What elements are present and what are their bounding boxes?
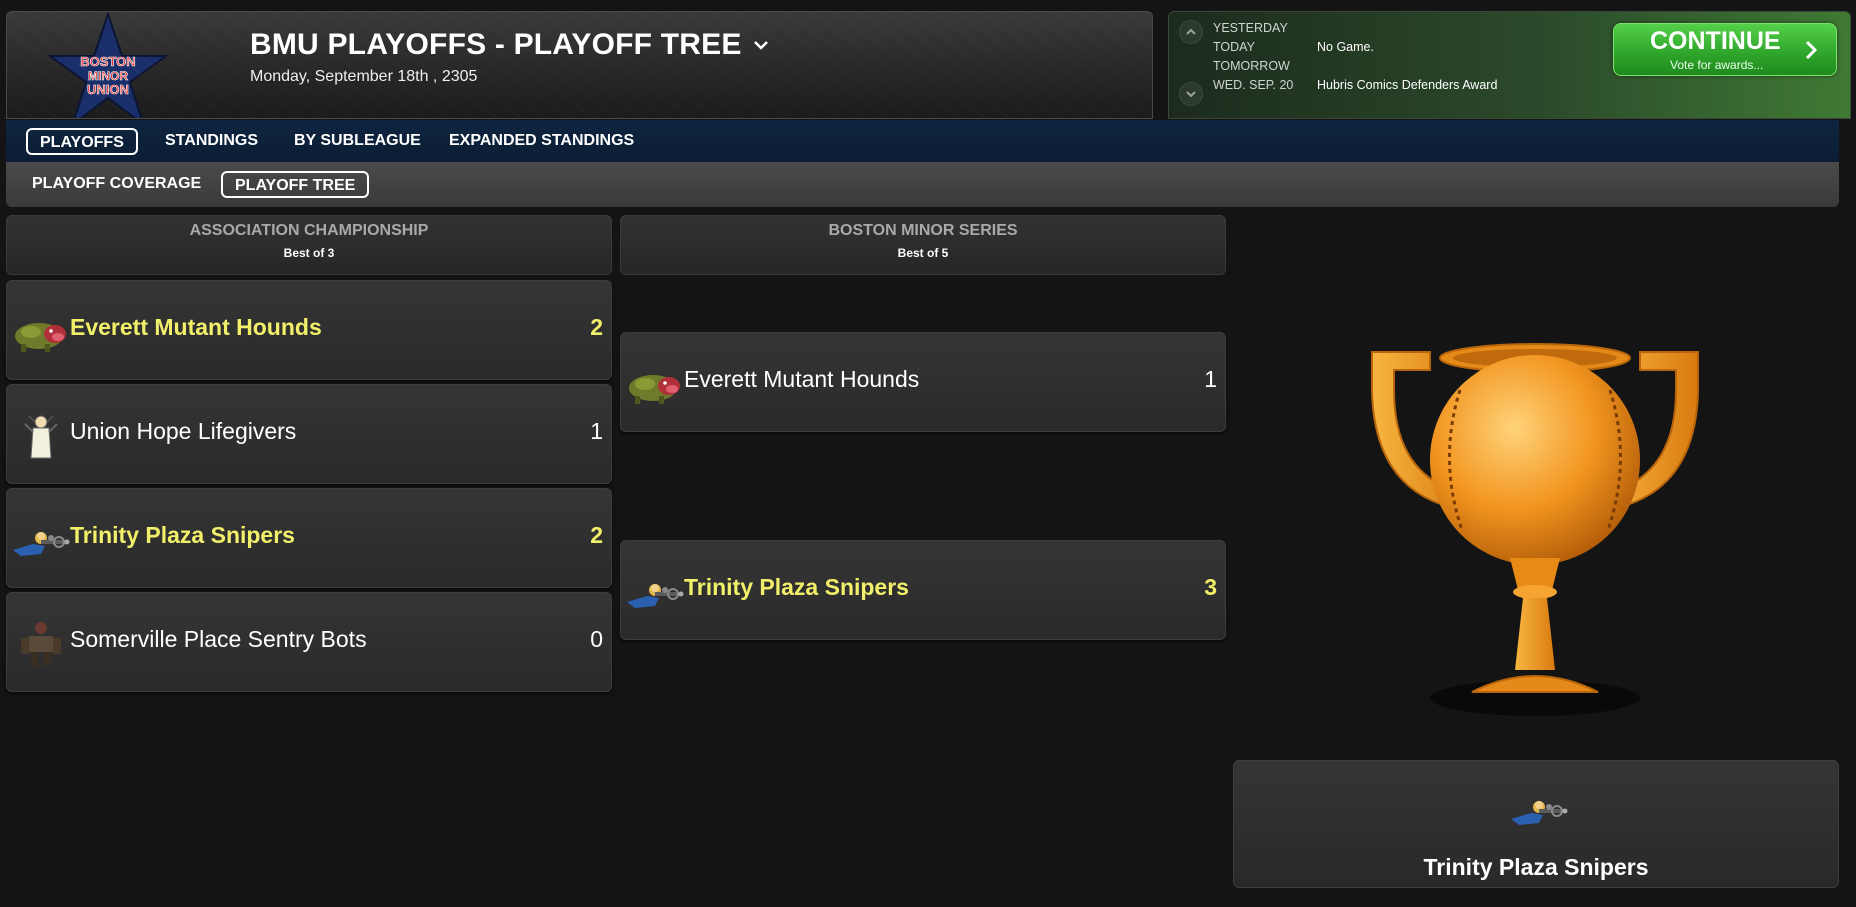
team-score: 2 <box>590 314 603 340</box>
round-subtitle: Best of 5 <box>897 246 949 260</box>
team-score: 2 <box>590 522 603 548</box>
bracket-team-trinity-r1[interactable]: Trinity Plaza Snipers 2 <box>6 488 612 588</box>
bracket-team-trinity-r2[interactable]: Trinity Plaza Snipers 3 <box>620 540 1226 640</box>
bracket-team-everett-r1[interactable]: Everett Mutant Hounds 2 <box>6 280 612 380</box>
current-date: Monday, September 18th , 2305 <box>250 68 478 85</box>
team-score: 1 <box>1204 366 1217 392</box>
tab-by-subleague[interactable]: BY SUBLEAGUE <box>282 128 433 155</box>
team-name: Union Hope Lifegivers <box>70 418 297 444</box>
schedule-up-button[interactable] <box>1179 20 1203 44</box>
round-header-association-championship: ASSOCIATION CHAMPIONSHIP Best of 3 <box>6 215 612 275</box>
chevron-down-icon <box>753 41 768 50</box>
team-name: Somerville Place Sentry Bots <box>70 626 367 652</box>
tab-playoff-tree[interactable]: PLAYOFF TREE <box>221 171 370 198</box>
team-name: Everett Mutant Hounds <box>684 366 920 392</box>
schedule-row-today: TODAY No Game. <box>1213 40 1374 54</box>
schedule-row-tomorrow: TOMORROW <box>1213 59 1290 73</box>
round-header-boston-minor-series: BOSTON MINOR SERIES Best of 5 <box>620 215 1226 275</box>
schedule-panel: YESTERDAY TODAY No Game. TOMORROW WED. S… <box>1168 11 1851 119</box>
team-name: Everett Mutant Hounds <box>70 314 322 340</box>
round-title: BOSTON MINOR SERIES <box>828 222 1018 239</box>
chevron-up-icon <box>1186 28 1196 35</box>
champion-name: Trinity Plaza Snipers <box>1423 854 1649 880</box>
svg-text:MINOR: MINOR <box>88 69 128 83</box>
schedule-row-wed: WED. SEP. 20 Hubris Comics Defenders Awa… <box>1213 78 1498 92</box>
continue-label: CONTINUE <box>1650 27 1781 55</box>
page-title-dropdown[interactable]: BMU PLAYOFFS - PLAYOFF TREE <box>250 28 770 62</box>
continue-button[interactable]: CONTINUE Vote for awards... <box>1613 23 1837 76</box>
lifegiver-icon <box>11 410 71 460</box>
sentry-bot-icon <box>11 618 71 668</box>
schedule-down-button[interactable] <box>1179 82 1203 106</box>
chevron-right-icon <box>1805 40 1818 60</box>
team-name: Trinity Plaza Snipers <box>70 522 295 548</box>
tab-expanded-standings[interactable]: EXPANDED STANDINGS <box>437 128 646 155</box>
team-name: Trinity Plaza Snipers <box>684 574 909 600</box>
sniper-icon <box>1494 783 1584 833</box>
page-header: BOSTON MINOR UNION BMU PLAYOFFS - PLAYOF… <box>6 11 1153 119</box>
secondary-nav: PLAYOFF COVERAGE PLAYOFF TREE <box>6 162 1839 207</box>
hound-icon <box>11 306 71 356</box>
tab-playoff-coverage[interactable]: PLAYOFF COVERAGE <box>20 171 213 198</box>
chevron-down-icon <box>1186 91 1196 98</box>
primary-nav: PLAYOFFS STANDINGS BY SUBLEAGUE EXPANDED… <box>6 120 1839 162</box>
bracket-team-everett-r2[interactable]: Everett Mutant Hounds 1 <box>620 332 1226 432</box>
team-score: 1 <box>590 418 603 444</box>
tab-playoffs[interactable]: PLAYOFFS <box>26 128 138 155</box>
trophy-icon <box>1371 343 1699 716</box>
team-score: 3 <box>1204 574 1217 600</box>
bracket-team-somerville-r1[interactable]: Somerville Place Sentry Bots 0 <box>6 592 612 692</box>
round-subtitle: Best of 3 <box>283 246 335 260</box>
team-score: 0 <box>590 626 603 652</box>
sniper-icon <box>625 566 685 616</box>
league-logo-icon: BOSTON MINOR UNION <box>47 12 169 118</box>
continue-sublabel: Vote for awards... <box>1670 58 1764 72</box>
svg-text:UNION: UNION <box>87 82 129 97</box>
bracket-team-union-hope-r1[interactable]: Union Hope Lifegivers 1 <box>6 384 612 484</box>
round-title: ASSOCIATION CHAMPIONSHIP <box>189 222 429 239</box>
svg-text:BOSTON: BOSTON <box>80 54 135 69</box>
hound-icon <box>625 358 685 408</box>
tab-standings[interactable]: STANDINGS <box>153 128 270 155</box>
schedule-row-yesterday: YESTERDAY <box>1213 21 1288 35</box>
champion-card[interactable]: Trinity Plaza Snipers <box>1233 760 1839 888</box>
page-title: BMU PLAYOFFS - PLAYOFF TREE <box>250 28 742 61</box>
sniper-icon <box>11 514 71 564</box>
